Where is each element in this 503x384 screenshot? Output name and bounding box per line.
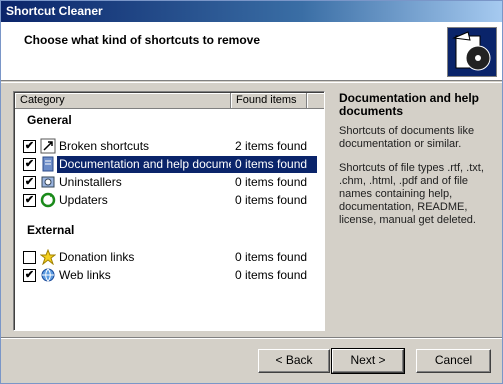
list-item-found: 2 items found — [235, 139, 308, 153]
column-header-filler — [307, 93, 324, 109]
list-item-updaters[interactable]: ✔ Updaters 0 items found — [19, 192, 311, 209]
checkbox-documentation[interactable]: ✔ — [23, 158, 36, 171]
checkbox-web-links[interactable]: ✔ — [23, 269, 36, 282]
wizard-window: Shortcut Cleaner Choose what kind of sho… — [0, 0, 503, 384]
checkbox-updaters[interactable]: ✔ — [23, 194, 36, 207]
category-list[interactable]: Category Found items General ✔ Broken sh… — [13, 91, 325, 331]
column-header-category[interactable]: Category — [15, 93, 231, 109]
checkbox-donation-links[interactable] — [23, 251, 36, 264]
group-label-external: External — [27, 223, 75, 237]
list-item-label: Documentation and help documents — [57, 156, 254, 173]
description-title: Documentation and help documents — [339, 91, 480, 118]
checkbox-uninstallers[interactable]: ✔ — [23, 176, 36, 189]
list-item-label: Uninstallers — [59, 175, 122, 189]
list-item-documentation[interactable]: ✔ Documentation and help documents 0 ite… — [19, 156, 317, 173]
broken-shortcut-icon — [40, 138, 56, 154]
window-title: Shortcut Cleaner — [1, 1, 502, 22]
list-item-label: Donation links — [59, 250, 135, 264]
back-button[interactable]: < Back — [258, 349, 330, 373]
list-item-broken-shortcuts[interactable]: ✔ Broken shortcuts 2 items found — [19, 138, 311, 155]
cancel-button[interactable]: Cancel — [416, 349, 491, 373]
web-link-icon — [40, 267, 56, 283]
list-item-found: 0 items found — [235, 193, 308, 207]
document-icon — [40, 156, 56, 172]
list-item-found: 0 items found — [235, 250, 308, 264]
wizard-header: Choose what kind of shortcuts to remove — [1, 22, 502, 81]
footer-divider — [1, 337, 502, 339]
list-item-uninstallers[interactable]: ✔ Uninstallers 0 items found — [19, 174, 311, 191]
group-label-general: General — [27, 113, 72, 127]
header-divider — [1, 82, 502, 83]
column-header-found-items[interactable]: Found items — [231, 93, 307, 109]
shortcut-cleaner-logo-icon — [447, 27, 497, 77]
updater-icon — [40, 192, 56, 208]
list-item-donation-links[interactable]: Donation links 0 items found — [19, 248, 311, 266]
list-item-found: 0 items found — [235, 175, 308, 189]
list-item-label: Updaters — [59, 193, 108, 207]
checkbox-broken-shortcuts[interactable]: ✔ — [23, 140, 36, 153]
list-item-web-links[interactable]: ✔ Web links 0 items found — [19, 267, 311, 284]
description-paragraph-1: Shortcuts of documents like documentatio… — [339, 125, 475, 150]
list-item-label: Web links — [59, 268, 111, 282]
list-item-found: 0 items found — [231, 156, 317, 173]
uninstaller-icon — [40, 174, 56, 190]
next-button[interactable]: Next > — [331, 348, 405, 374]
description-paragraph-2: Shortcuts of file types .rtf, .txt, .chm… — [339, 162, 484, 226]
list-item-label: Broken shortcuts — [59, 139, 150, 153]
star-icon — [39, 248, 57, 266]
list-item-found: 0 items found — [235, 268, 308, 282]
page-title: Choose what kind of shortcuts to remove — [24, 33, 261, 47]
